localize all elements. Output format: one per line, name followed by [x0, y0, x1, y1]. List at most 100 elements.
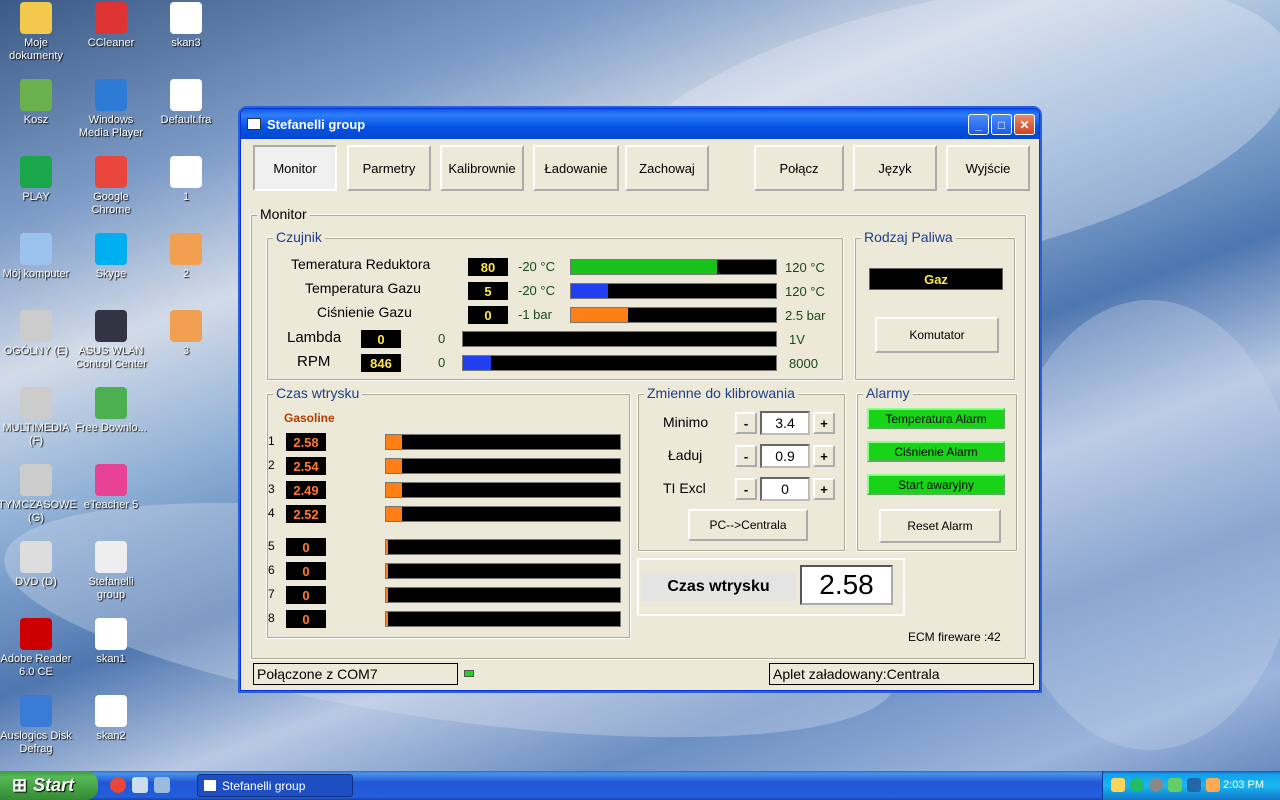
nav-button-4[interactable]: Zachowaj [625, 145, 709, 191]
injector-bar [385, 611, 621, 627]
tray-icon[interactable] [1130, 778, 1144, 792]
nav-button-3[interactable]: Ładowanie [533, 145, 619, 191]
sensor-bar-fill [571, 308, 629, 322]
sensor-bar [462, 355, 777, 371]
computer-icon [20, 233, 52, 265]
calibration-value[interactable]: 3.4 [760, 411, 810, 435]
increment-button[interactable]: + [813, 445, 835, 467]
desktop-icon-label: CCleaner [87, 37, 135, 49]
applet-status: Aplet załadowany:Centrala [769, 663, 1034, 685]
increment-button[interactable]: + [813, 478, 835, 500]
desktop-icon[interactable]: Stefanelli group [73, 541, 149, 602]
title-bar[interactable]: Stefanelli group _ □ ✕ [241, 109, 1039, 139]
rodzaj-paliwa-legend: Rodzaj Paliwa [861, 229, 956, 245]
desktop-icon[interactable]: Windows Media Player [73, 79, 149, 140]
clock[interactable]: 2:03 PM [1223, 779, 1264, 791]
desktop-icon[interactable]: Kosz [0, 79, 74, 127]
komutator-button[interactable]: Komutator [875, 317, 999, 353]
paint-file-icon [170, 156, 202, 188]
desktop-icon[interactable]: Adobe Reader 6.0 CE [0, 618, 74, 679]
calibration-value[interactable]: 0 [760, 477, 810, 501]
close-button[interactable]: ✕ [1014, 114, 1035, 135]
czas-wtrysku-group: Czas wtrysku Gasoline 1 2.58 2 2.54 3 2.49 4 2.… [266, 385, 631, 639]
sensor-label: Lambda [287, 329, 342, 346]
desktop-icon[interactable]: eTeacher 5 [73, 464, 149, 512]
desktop-icon[interactable]: ASUS WLAN Control Center [73, 310, 149, 371]
recycle-bin-icon [20, 79, 52, 111]
desktop-icon[interactable]: skan1 [73, 618, 149, 666]
desktop-icon[interactable]: Auslogics Disk Defrag [0, 695, 74, 756]
app-window: Stefanelli group _ □ ✕ Monitor Parmetry Ka… [240, 108, 1040, 691]
desktop-icon[interactable]: skan2 [73, 695, 149, 743]
folder-icon [20, 2, 52, 34]
tray-icon[interactable] [1111, 778, 1125, 792]
decrement-button[interactable]: - [735, 412, 757, 434]
desktop-icon[interactable]: skan3 [148, 2, 224, 50]
reset-alarm-button[interactable]: Reset Alarm [879, 509, 1001, 543]
czas-wtrysku-legend: Czas wtrysku [273, 385, 363, 401]
monitor-legend: Monitor [257, 206, 310, 222]
taskbar-item-stefanelli[interactable]: Stefanelli group [197, 774, 353, 797]
desktop-quicklaunch-icon[interactable] [154, 777, 170, 793]
nav-button-7[interactable]: Wyjście [946, 145, 1030, 191]
desktop-icon[interactable]: Free Downlo... [73, 387, 149, 435]
maximize-button[interactable]: □ [991, 114, 1012, 135]
tray-icon[interactable] [1187, 778, 1201, 792]
desktop-icon[interactable]: 2 [148, 233, 224, 281]
app-icon [95, 541, 127, 573]
connection-status: Połączone z COM7 [253, 663, 458, 685]
desktop-icon[interactable]: Default.fra [148, 79, 224, 127]
sensor-max: 120 °C [785, 284, 825, 299]
start-button[interactable]: ⊞ Start [0, 771, 98, 800]
sensor-label: RPM [297, 353, 331, 370]
sensor-bar [462, 331, 777, 347]
wallpaper-wave [1000, 300, 1280, 750]
desktop-icon-label: skan1 [96, 653, 126, 665]
calibration-value[interactable]: 0.9 [760, 444, 810, 468]
desktop-icon[interactable]: CCleaner [73, 2, 149, 50]
increment-button[interactable]: + [813, 412, 835, 434]
calibration-label: Minimo [663, 414, 709, 430]
desktop-icon[interactable]: OGÓLNY (E) [0, 310, 74, 358]
minimize-button[interactable]: _ [968, 114, 989, 135]
alarmy-group: Alarmy Temperatura Alarm Ciśnienie Alarm S… [856, 385, 1018, 552]
nav-button-6[interactable]: Język [853, 145, 937, 191]
tray-icon[interactable] [1206, 778, 1220, 792]
desktop-icon[interactable]: Mój komputer [0, 233, 74, 281]
ie-quicklaunch-icon[interactable] [132, 777, 148, 793]
desktop-icon[interactable]: Moje dokumenty [0, 2, 74, 63]
desktop-icon-label: Free Downlo... [75, 422, 147, 434]
injector-number: 8 [268, 611, 275, 625]
desktop-icon[interactable]: 1 [148, 156, 224, 204]
chrome-quicklaunch-icon[interactable] [110, 777, 126, 793]
nav-button-1[interactable]: Parmetry [347, 145, 431, 191]
nav-button-5[interactable]: Połącz [754, 145, 844, 191]
drive-icon [20, 387, 52, 419]
tray-icon[interactable] [1168, 778, 1182, 792]
nav-button-0[interactable]: Monitor [253, 145, 337, 191]
desktop-icon[interactable]: PLAY [0, 156, 74, 204]
sensor-max: 8000 [789, 356, 818, 371]
desktop-icon[interactable]: Skype [73, 233, 149, 281]
decrement-button[interactable]: - [735, 445, 757, 467]
alarm-indicator: Temperatura Alarm [867, 408, 1005, 429]
sensor-value: 0 [361, 330, 401, 348]
sensor-label: Ciśnienie Gazu [317, 304, 412, 320]
pc-centrala-button[interactable]: PC-->Centrala [688, 509, 808, 541]
tray-icon[interactable] [1149, 778, 1163, 792]
desktop-icon[interactable]: MULTIMEDIA (F) [0, 387, 74, 448]
czas-wtrysku-readout-value: 2.58 [800, 565, 893, 605]
desktop-icon[interactable]: 3 [148, 310, 224, 358]
sensor-value: 5 [468, 282, 508, 300]
desktop-icon-label: TYMCZASOWE (G) [0, 499, 77, 524]
desktop-icon[interactable]: TYMCZASOWE (G) [0, 464, 77, 525]
sensor-label: Temperatura Gazu [305, 280, 421, 296]
sensor-bar-fill [463, 356, 492, 370]
injector-bar [385, 458, 621, 474]
nav-button-2[interactable]: Kalibrownie [440, 145, 524, 191]
drive-icon [20, 464, 52, 496]
zmienne-legend: Zmienne do klibrowania [644, 385, 798, 401]
decrement-button[interactable]: - [735, 478, 757, 500]
desktop-icon[interactable]: DVD (D) [0, 541, 74, 589]
desktop-icon[interactable]: Google Chrome [73, 156, 149, 217]
